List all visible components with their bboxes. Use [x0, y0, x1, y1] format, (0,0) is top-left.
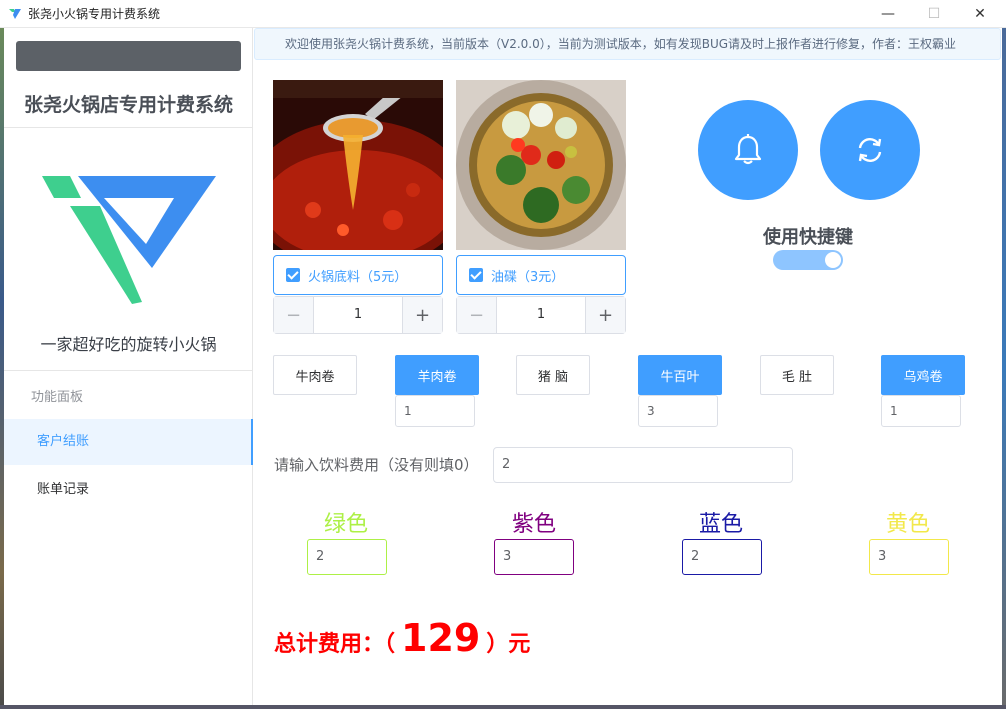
app-logo	[42, 176, 216, 304]
plate-label-blue: 蓝色	[698, 512, 743, 537]
total-suffix: ）元	[486, 632, 531, 657]
sidebar-brand-title: 张尧火锅店专用计费系统	[23, 94, 233, 116]
checkbox-label: 油碟（3元）	[491, 269, 565, 285]
sidebar-top-bar	[16, 41, 241, 71]
drink-fee-input[interactable]: 2	[493, 447, 793, 483]
dish-button-beef-roll[interactable]: 牛肉卷	[273, 355, 357, 395]
divider	[4, 370, 253, 371]
lamb-roll-quantity-input[interactable]: 1	[395, 395, 475, 427]
hotpot-soup-base-image	[273, 80, 443, 250]
checkbox-checked-icon	[286, 268, 300, 282]
decrement-button[interactable]: −	[457, 297, 497, 333]
minimize-button[interactable]: —	[865, 0, 911, 28]
checkbox-oil-dip[interactable]: 油碟（3元）	[456, 255, 626, 295]
decrement-button[interactable]: −	[274, 297, 314, 333]
increment-button[interactable]: +	[402, 297, 442, 333]
divider	[4, 127, 253, 128]
quantity-stepper-oil-dip: − 1 +	[456, 296, 626, 334]
oil-dip-image	[456, 80, 626, 250]
refresh-button[interactable]	[820, 100, 920, 200]
plate-count-purple-input[interactable]: 3	[494, 539, 574, 575]
increment-button[interactable]: +	[585, 297, 625, 333]
total-prefix: 总计费用：（	[274, 632, 396, 657]
dish-button-pig-brain[interactable]: 猪 脑	[516, 355, 590, 395]
drink-fee-label: 请输入饮料费用（没有则填0）	[274, 456, 479, 474]
plate-label-yellow: 黄色	[885, 512, 930, 537]
quantity-stepper-hotpot-base: − 1 +	[273, 296, 443, 334]
checkbox-checked-icon	[469, 268, 483, 282]
checkbox-label: 火锅底料（5元）	[308, 269, 408, 285]
quantity-value[interactable]: 1	[314, 297, 402, 333]
sidebar-item-bill-records[interactable]: 账单记录	[4, 467, 253, 513]
chicken-roll-quantity-input[interactable]: 1	[881, 395, 961, 427]
plate-label-purple: 紫色	[511, 512, 556, 537]
sidebar-item-checkout[interactable]: 客户结账	[4, 419, 253, 465]
sidebar-slogan: 一家超好吃的旋转小火锅	[40, 335, 217, 354]
dish-button-chicken-roll[interactable]: 乌鸡卷	[881, 355, 965, 395]
desktop-edge-right	[1002, 28, 1006, 709]
sidebar: 张尧火锅店专用计费系统 一家超好吃的旋转小火锅 功能面板 客户结账 账单记录	[4, 28, 253, 705]
checkbox-hotpot-base[interactable]: 火锅底料（5元）	[273, 255, 443, 295]
window-title: 张尧小火锅专用计费系统	[28, 7, 161, 21]
app-icon	[9, 9, 21, 19]
shortcut-label: 使用快捷键	[763, 227, 853, 248]
plate-count-green-input[interactable]: 2	[307, 539, 387, 575]
quantity-value[interactable]: 1	[497, 297, 585, 333]
main-panel: 欢迎使用张尧火锅计费系统，当前版本（V2.0.0），当前为测试版本，如有发现BU…	[253, 28, 1002, 705]
beef-tripe-quantity-input[interactable]: 3	[638, 395, 718, 427]
refresh-icon	[858, 138, 882, 162]
dish-button-beef-tripe[interactable]: 牛百叶	[638, 355, 722, 395]
close-button[interactable]: ✕	[957, 0, 1003, 28]
menu-group-title: 功能面板	[31, 390, 84, 405]
dish-button-maodu[interactable]: 毛 肚	[760, 355, 834, 395]
dish-button-lamb-roll[interactable]: 羊肉卷	[395, 355, 479, 395]
desktop-edge-bottom	[0, 705, 1006, 709]
plate-count-blue-input[interactable]: 2	[682, 539, 762, 575]
maximize-button[interactable]: ☐	[911, 0, 957, 28]
notify-button[interactable]	[698, 100, 798, 200]
plate-count-yellow-input[interactable]: 3	[869, 539, 949, 575]
total-amount: 129	[401, 616, 481, 660]
shortcut-toggle[interactable]	[773, 250, 843, 270]
toggle-knob	[825, 252, 841, 268]
bell-icon	[734, 134, 762, 165]
window-titlebar: 张尧小火锅专用计费系统 — ☐ ✕	[0, 0, 1006, 28]
notice-bar: 欢迎使用张尧火锅计费系统，当前版本（V2.0.0），当前为测试版本，如有发现BU…	[254, 28, 1001, 60]
total-cost: 总计费用：（ 129 ）元	[274, 616, 530, 660]
plate-label-green: 绿色	[323, 512, 368, 537]
